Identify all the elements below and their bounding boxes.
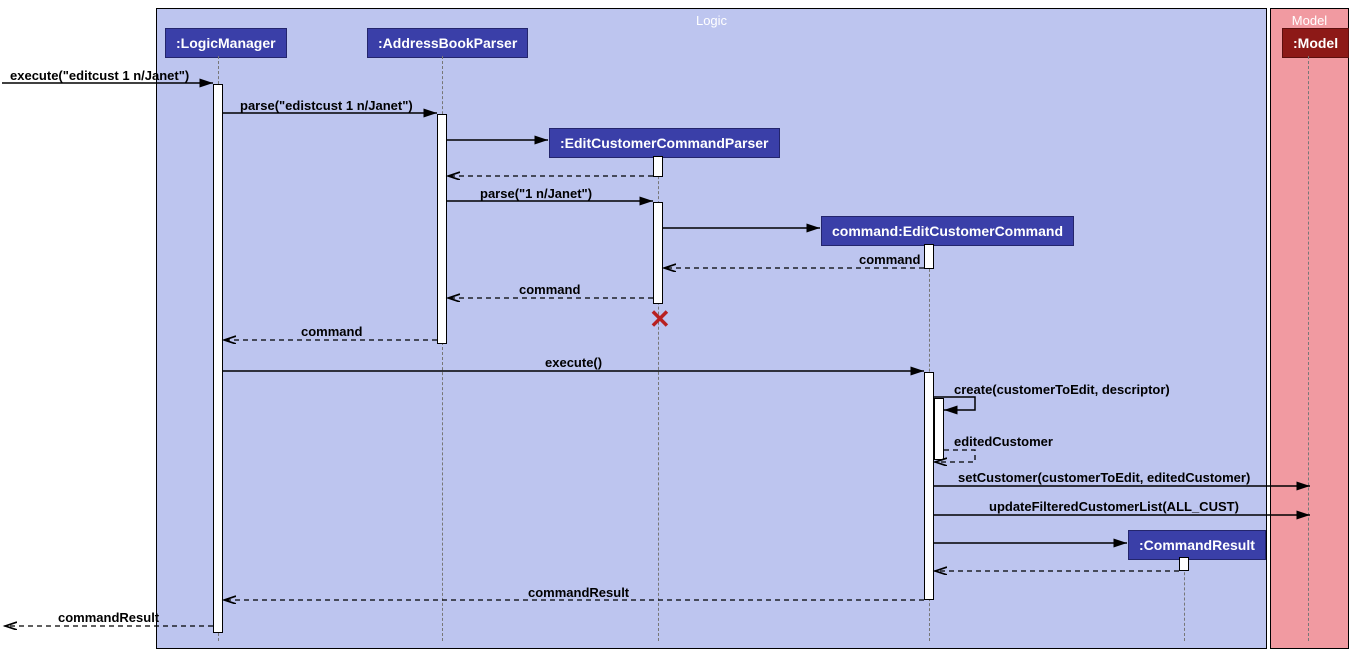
participant-logic-manager: :LogicManager bbox=[165, 28, 287, 58]
msg-command-result-out: commandResult bbox=[58, 610, 159, 625]
msg-command-ret2: command bbox=[519, 282, 580, 297]
activation-edit-cmd-exec bbox=[924, 372, 934, 600]
msg-edited-customer: editedCustomer bbox=[954, 434, 1053, 449]
activation-edit-parser-parse bbox=[653, 202, 663, 304]
msg-set-customer: setCustomer(customerToEdit, editedCustom… bbox=[958, 470, 1250, 485]
msg-parse2: parse("1 n/Janet") bbox=[480, 186, 592, 201]
activation-edit-cmd-self bbox=[934, 398, 944, 460]
participant-model: :Model bbox=[1282, 28, 1349, 58]
activation-edit-parser-create bbox=[653, 156, 663, 177]
msg-parse1: parse("edistcust 1 n/Janet") bbox=[240, 98, 413, 113]
activation-logic-manager bbox=[213, 84, 223, 633]
lifeline-model bbox=[1308, 56, 1309, 641]
msg-update-list: updateFilteredCustomerList(ALL_CUST) bbox=[989, 499, 1239, 514]
participant-edit-customer-command-parser: :EditCustomerCommandParser bbox=[549, 128, 780, 158]
msg-command-ret1: command bbox=[859, 252, 920, 267]
participant-edit-customer-command: command:EditCustomerCommand bbox=[821, 216, 1074, 246]
participant-address-book-parser: :AddressBookParser bbox=[367, 28, 528, 58]
logic-frame-title: Logic bbox=[696, 13, 727, 28]
activation-edit-cmd-create bbox=[924, 244, 934, 269]
destroy-icon: ✕ bbox=[649, 304, 671, 335]
msg-command-ret3: command bbox=[301, 324, 362, 339]
participant-command-result: :CommandResult bbox=[1128, 530, 1266, 560]
model-frame: Model bbox=[1270, 8, 1349, 649]
msg-execute-in: execute("editcust 1 n/Janet") bbox=[10, 68, 189, 83]
model-frame-title: Model bbox=[1292, 13, 1327, 28]
msg-execute: execute() bbox=[545, 355, 602, 370]
msg-command-result-ret: commandResult bbox=[528, 585, 629, 600]
msg-create: create(customerToEdit, descriptor) bbox=[954, 382, 1170, 397]
activation-abparser bbox=[437, 114, 447, 344]
activation-command-result bbox=[1179, 557, 1189, 571]
